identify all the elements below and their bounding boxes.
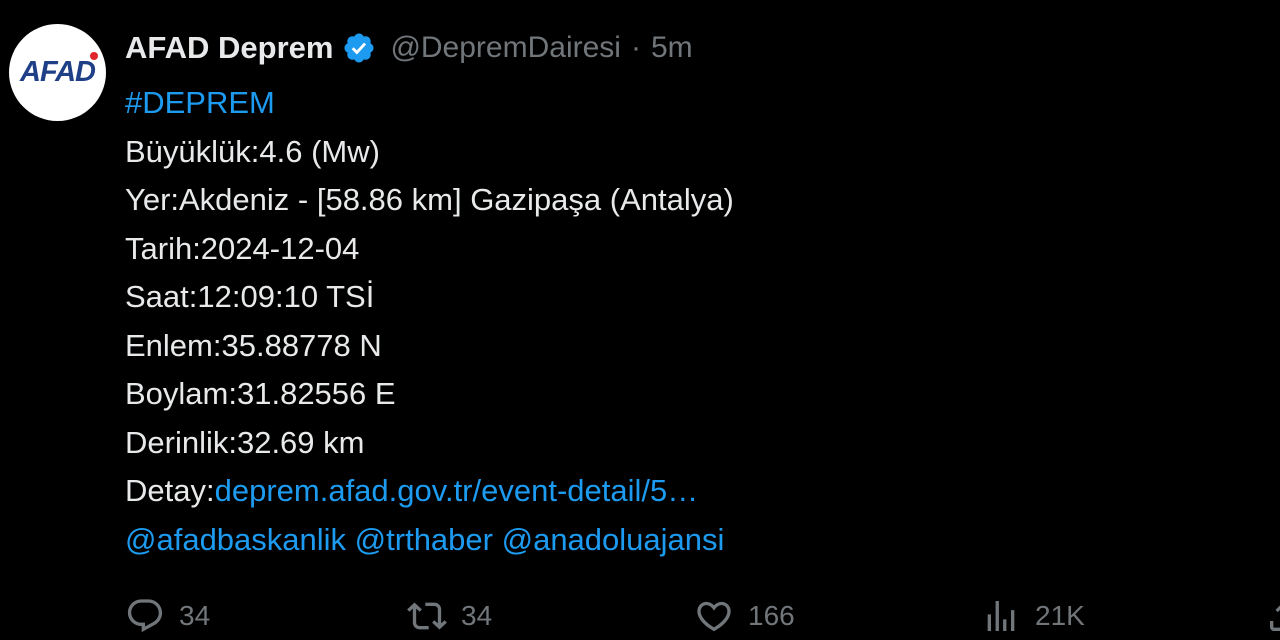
heart-icon [697, 601, 731, 632]
mentions-line: @afadbaskanlik @trthaber @anadoluajansi [125, 516, 734, 565]
time-line: Saat:12:09:10 TSİ [125, 279, 375, 314]
hashtag-link[interactable]: #DEPREM [125, 79, 734, 128]
repost-icon [407, 602, 447, 630]
tweet: AFAD AFAD Deprem @DepremDairesi · 5m #DE… [0, 0, 1280, 640]
reply-icon [127, 599, 163, 633]
tweet-text: #DEPREM Büyüklük:4.6 (Mw) Yer:Akdeniz - … [125, 79, 734, 564]
tweet-header: AFAD Deprem @DepremDairesi · 5m [125, 26, 693, 70]
mention-link[interactable]: @anadoluajansi [502, 522, 725, 557]
magnitude-line: Büyüklük:4.6 (Mw) [125, 133, 380, 169]
separator-dot: · [630, 31, 641, 64]
views-button[interactable]: 21K [981, 596, 1085, 636]
longitude-line: Boylam:31.82556 E [125, 376, 396, 411]
timestamp[interactable]: 5m [651, 31, 693, 65]
verified-badge-icon[interactable] [342, 31, 376, 65]
like-button[interactable]: 166 [694, 596, 795, 636]
handle[interactable]: @DepremDairesi [390, 31, 621, 65]
location-line: Yer:Akdeniz - [58.86 km] Gazipaşa (Antal… [125, 182, 734, 217]
display-name[interactable]: AFAD Deprem [125, 30, 333, 66]
avatar-logo-dot [90, 52, 98, 60]
reply-count: 34 [179, 600, 211, 631]
tweet-actions: 34 34 166 21K [125, 596, 1280, 640]
repost-count: 34 [461, 600, 493, 631]
views-chart-icon [987, 601, 1015, 631]
avatar[interactable]: AFAD [9, 24, 106, 121]
detail-label: Detay: [125, 473, 215, 508]
share-button[interactable] [1265, 596, 1280, 636]
detail-link[interactable]: deprem.afad.gov.tr/event-detail/5… [215, 473, 699, 508]
date-line: Tarih:2024-12-04 [125, 230, 360, 266]
like-count: 166 [748, 600, 795, 631]
repost-button[interactable]: 34 [407, 596, 492, 636]
avatar-logo-text: AFAD [20, 56, 96, 88]
reply-button[interactable]: 34 [125, 596, 210, 636]
detail-line: Detay:deprem.afad.gov.tr/event-detail/5… [125, 467, 734, 516]
mention-link[interactable]: @afadbaskanlik [125, 522, 346, 557]
mention-link[interactable]: @trthaber [355, 522, 493, 557]
views-count: 21K [1035, 600, 1085, 631]
share-icon [1270, 605, 1280, 631]
depth-line: Derinlik:32.69 km [125, 424, 365, 460]
latitude-line: Enlem:35.88778 N [125, 327, 382, 363]
